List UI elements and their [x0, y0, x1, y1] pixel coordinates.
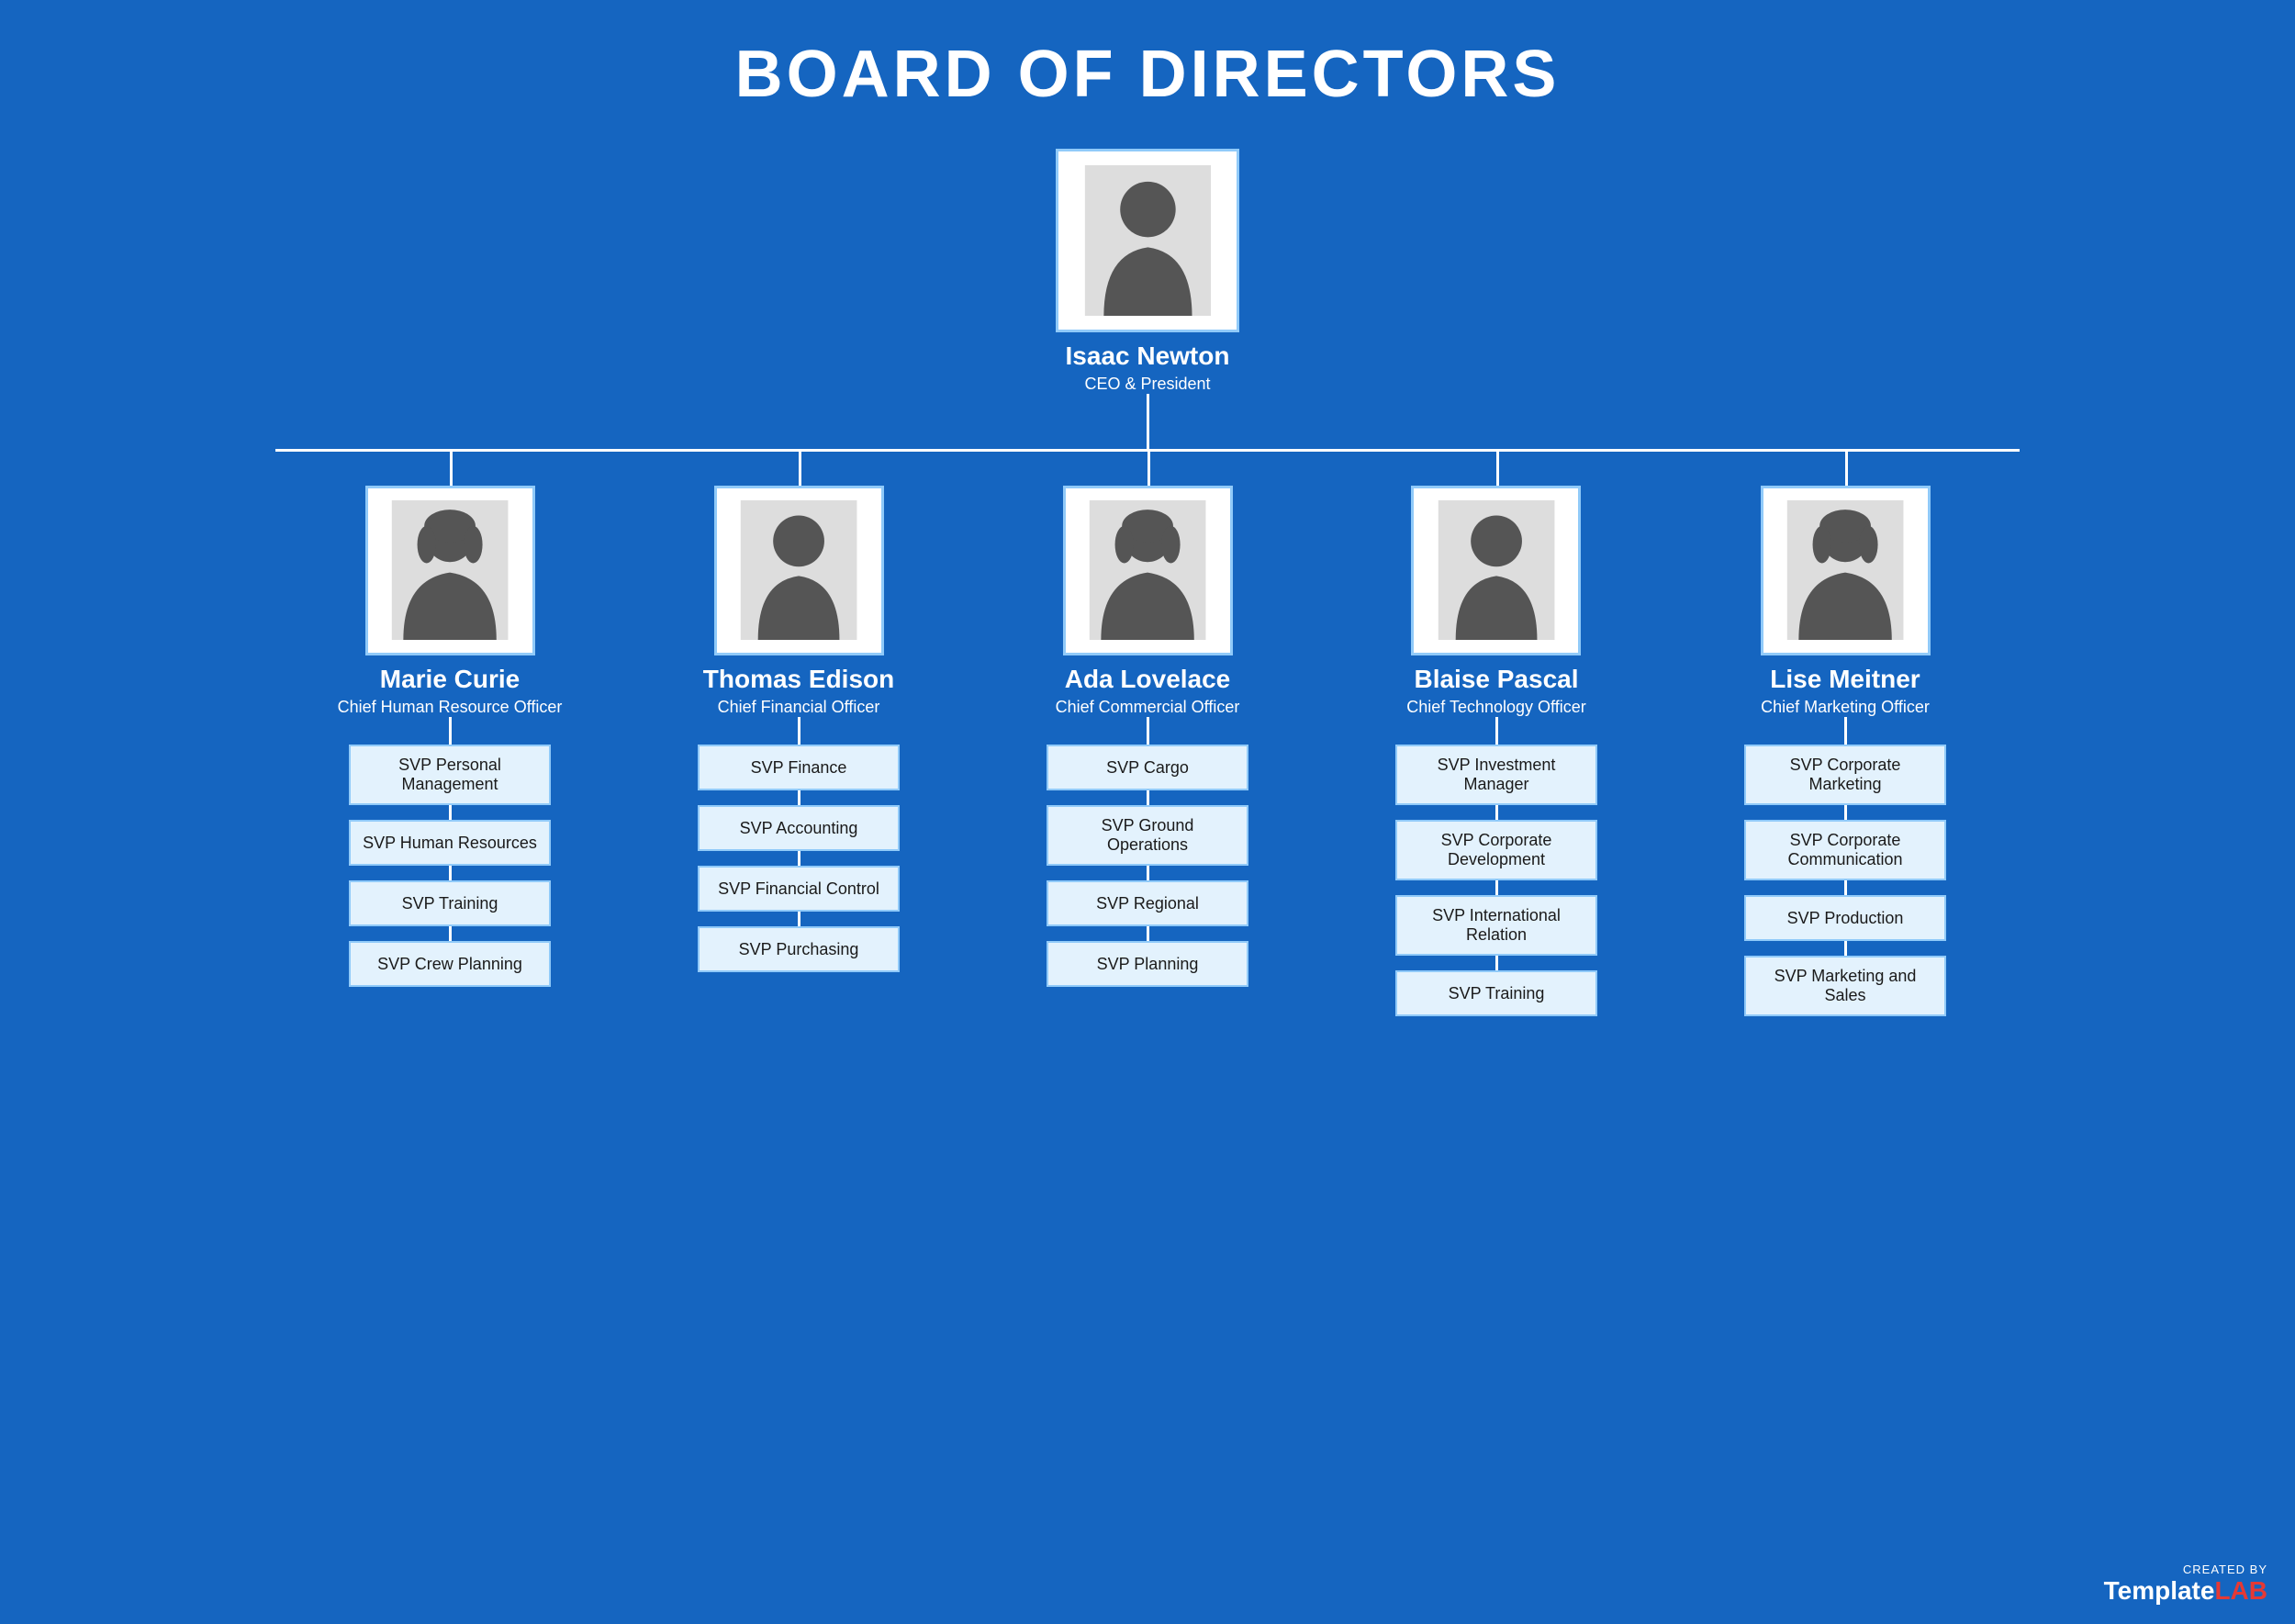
director-col-3: Blaise Pascal Chief Technology Officer S… — [1322, 486, 1671, 1016]
svp-box-3-3: SVP Training — [1395, 970, 1597, 1016]
ceo-person: Isaac Newton CEO & President — [1056, 149, 1239, 394]
dir-name-3: Blaise Pascal — [1414, 665, 1578, 694]
org-chart: BOARD OF DIRECTORS Isaac Newton CEO & Pr… — [18, 37, 2277, 1016]
ceo-card — [1056, 149, 1239, 332]
ceo-section: Isaac Newton CEO & President — [275, 149, 2020, 452]
svp-box-1-0: SVP Finance — [698, 745, 900, 790]
dir-role-1: Chief Financial Officer — [718, 698, 880, 717]
dir-name-1: Thomas Edison — [703, 665, 894, 694]
director-blaise-pascal: Blaise Pascal Chief Technology Officer — [1406, 486, 1585, 717]
ceo-role: CEO & President — [1084, 375, 1210, 394]
svp-box-4-2: SVP Production — [1744, 895, 1946, 941]
svp-box-0-2: SVP Training — [349, 880, 551, 926]
director-col-2: Ada Lovelace Chief Commercial Officer SV… — [973, 486, 1322, 1016]
watermark-created-by: CREATED BY — [2183, 1562, 2267, 1576]
svp-chain-1: SVP Finance SVP Accounting SVP Financial… — [698, 745, 900, 972]
directors-row: Marie Curie Chief Human Resource Officer… — [275, 486, 2020, 1016]
svp-box-2-3: SVP Planning — [1047, 941, 1248, 987]
svp-box-3-2: SVP International Relation — [1395, 895, 1597, 956]
watermark-brand: TemplateLAB — [2104, 1576, 2267, 1606]
dir-name-4: Lise Meitner — [1770, 665, 1920, 694]
ceo-vline — [1147, 394, 1149, 449]
page-title: BOARD OF DIRECTORS — [735, 37, 1561, 112]
svp-box-1-2: SVP Financial Control — [698, 866, 900, 912]
svp-box-0-0: SVP Personal Management — [349, 745, 551, 805]
svp-chain-2: SVP Cargo SVP Ground Operations SVP Regi… — [1047, 745, 1248, 987]
ceo-name: Isaac Newton — [1066, 342, 1230, 371]
svp-box-2-2: SVP Regional — [1047, 880, 1248, 926]
svp-box-0-1: SVP Human Resources — [349, 820, 551, 866]
dir-role-0: Chief Human Resource Officer — [338, 698, 563, 717]
svp-box-1-1: SVP Accounting — [698, 805, 900, 851]
director-thomas-edison: Thomas Edison Chief Financial Officer — [703, 486, 894, 717]
dir-card-3 — [1411, 486, 1581, 655]
svp-box-4-0: SVP Corporate Marketing — [1744, 745, 1946, 805]
director-col-4: Lise Meitner Chief Marketing Officer SVP… — [1671, 486, 2020, 1016]
director-lise-meitner: Lise Meitner Chief Marketing Officer — [1761, 486, 1931, 717]
watermark-lab: LAB — [2214, 1576, 2267, 1605]
svp-box-3-1: SVP Corporate Development — [1395, 820, 1597, 880]
dir-card-2 — [1063, 486, 1233, 655]
svp-chain-3: SVP Investment Manager SVP Corporate Dev… — [1395, 745, 1597, 1016]
director-col-1: Thomas Edison Chief Financial Officer SV… — [624, 486, 973, 1016]
watermark-template: Template — [2104, 1576, 2215, 1605]
director-col-0: Marie Curie Chief Human Resource Officer… — [275, 486, 624, 1016]
svp-box-0-3: SVP Crew Planning — [349, 941, 551, 987]
svp-box-2-0: SVP Cargo — [1047, 745, 1248, 790]
svp-box-2-1: SVP Ground Operations — [1047, 805, 1248, 866]
dir-card-1 — [714, 486, 884, 655]
dir-name-0: Marie Curie — [380, 665, 521, 694]
dir-name-2: Ada Lovelace — [1065, 665, 1231, 694]
dir-card-0 — [365, 486, 535, 655]
svp-box-1-3: SVP Purchasing — [698, 926, 900, 972]
dir-role-2: Chief Commercial Officer — [1056, 698, 1240, 717]
dir-role-3: Chief Technology Officer — [1406, 698, 1585, 717]
svp-box-4-1: SVP Corporate Communication — [1744, 820, 1946, 880]
director-marie-curie: Marie Curie Chief Human Resource Officer — [338, 486, 563, 717]
director-ada-lovelace: Ada Lovelace Chief Commercial Officer — [1056, 486, 1240, 717]
h-branch-line — [275, 449, 2020, 452]
svp-box-3-0: SVP Investment Manager — [1395, 745, 1597, 805]
watermark: CREATED BY TemplateLAB — [2104, 1562, 2267, 1606]
svp-chain-0: SVP Personal Management SVP Human Resour… — [349, 745, 551, 987]
dir-role-4: Chief Marketing Officer — [1761, 698, 1930, 717]
dir-card-4 — [1761, 486, 1931, 655]
svp-chain-4: SVP Corporate Marketing SVP Corporate Co… — [1744, 745, 1946, 1016]
svp-box-4-3: SVP Marketing and Sales — [1744, 956, 1946, 1016]
